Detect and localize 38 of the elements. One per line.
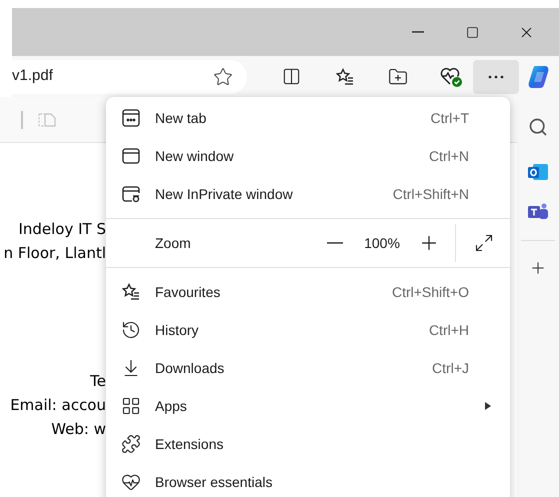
mail-app-icon[interactable] — [527, 162, 549, 182]
document-text: n Floor, Llantl — [4, 244, 106, 262]
more-dots-icon — [488, 74, 504, 78]
menu-item[interactable]: Extensions — [106, 425, 510, 463]
menu-item[interactable]: New window Ctrl+N — [106, 137, 510, 175]
minus-icon — [327, 242, 343, 244]
minimize-icon — [412, 31, 424, 33]
star-list-icon — [121, 282, 141, 302]
menu-item[interactable]: History Ctrl+H — [106, 311, 510, 349]
apps-grid-icon — [121, 396, 141, 416]
team-chat-app-icon[interactable] — [527, 202, 549, 222]
menu-item[interactable]: New tab Ctrl+T — [106, 99, 510, 137]
history-icon — [121, 320, 141, 340]
zoom-level: 100% — [363, 234, 401, 252]
new-tab-icon — [121, 108, 141, 128]
address-bar[interactable]: v1.pdf — [12, 60, 247, 94]
expand-arrows-icon — [474, 233, 494, 253]
document-text: Web: w — [51, 420, 106, 438]
menu-item[interactable]: Downloads Ctrl+J — [106, 349, 510, 387]
folder-plus-icon — [388, 66, 408, 86]
document-text: Te — [90, 372, 106, 390]
search-icon[interactable] — [528, 117, 548, 137]
document-text: Email: accou — [10, 396, 106, 414]
menu-item[interactable]: Browser essentials — [106, 463, 510, 497]
split-screen-icon — [282, 67, 301, 86]
heart-pulse-icon — [121, 472, 141, 492]
zoom-label: Zoom — [155, 234, 192, 252]
puzzle-icon — [121, 434, 141, 454]
menu-item[interactable]: New InPrivate window Ctrl+Shift+N — [106, 175, 510, 213]
favorite-star-icon[interactable] — [213, 66, 233, 86]
star-list-icon — [334, 66, 354, 86]
menu-item[interactable]: Apps — [106, 387, 510, 425]
window-icon — [121, 146, 141, 166]
menu-item[interactable]: Favourites Ctrl+Shift+O — [106, 273, 510, 311]
maximize-icon — [466, 26, 478, 38]
private-window-icon — [121, 184, 141, 204]
heart-check-icon — [438, 66, 462, 88]
document-text: Indeloy IT S — [18, 220, 106, 238]
